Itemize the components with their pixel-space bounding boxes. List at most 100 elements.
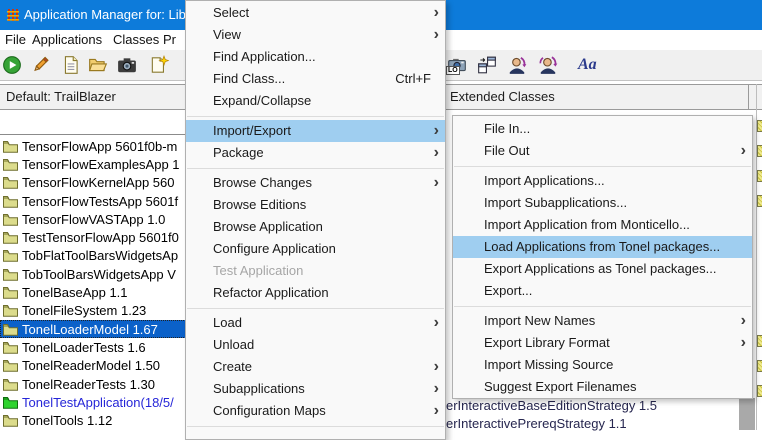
list-item-tensorflowtestsapp-5601f[interactable]: TensorFlowTestsApp 5601f (0, 192, 186, 210)
menu-item-import-subapplications[interactable]: Import Subapplications... (453, 192, 752, 214)
submenu-arrow-icon: › (434, 2, 439, 23)
menu-separator (186, 304, 445, 312)
folder-icon (3, 268, 18, 281)
import-export-submenu: File In...File Out› Import Applications..… (452, 115, 753, 399)
menu-item-file-in[interactable]: File In... (453, 118, 752, 140)
list-item-tonelbaseapp-1-1[interactable]: TonelBaseApp 1.1 (0, 283, 186, 301)
menu-item-find-class[interactable]: Find Class...Ctrl+F (186, 68, 445, 90)
submenu-arrow-icon: › (434, 400, 439, 421)
font-case-icon[interactable]: Aa (578, 55, 604, 75)
submenu-arrow-icon: › (434, 120, 439, 141)
extended-class-row[interactable]: erInteractiveBaseEditionStrategy 1.5 (446, 397, 738, 415)
pane-divider (756, 84, 757, 430)
list-item-label: TonelFileSystem 1.23 (22, 303, 146, 318)
folder-icon (3, 341, 18, 354)
folder-icon (3, 378, 18, 391)
submenu-arrow-icon: › (741, 310, 746, 331)
submenu-arrow-icon: › (434, 312, 439, 333)
list-item-testtensorflowapp-5601f0[interactable]: TestTensorFlowApp 5601f0 (0, 228, 186, 246)
new-document-icon[interactable] (149, 55, 169, 75)
camera-icon[interactable] (117, 55, 137, 75)
list-item-tobflattoolbarswidgetsap[interactable]: TobFlatToolBarsWidgetsAp (0, 247, 186, 265)
user-refresh-alt-icon[interactable] (538, 55, 558, 75)
menu-item-view[interactable]: View› (186, 24, 445, 46)
menu-item-unload[interactable]: Unload (186, 334, 445, 356)
menu-item-import-applications[interactable]: Import Applications... (453, 170, 752, 192)
menu-item-browse-application[interactable]: Browse Application (186, 216, 445, 238)
vertical-scrollbar[interactable] (739, 398, 755, 430)
extended-class-row[interactable]: erInteractivePrereqStrategy 1.1 (446, 415, 738, 433)
list-item-tonelloadertests-1-6[interactable]: TonelLoaderTests 1.6 (0, 338, 186, 356)
applications-context-menu: Select›View›Find Application...Find Clas… (185, 0, 446, 440)
class-icon[interactable] (757, 120, 762, 132)
list-item-tonelfilesystem-1-23[interactable]: TonelFileSystem 1.23 (0, 302, 186, 320)
menu-item-browse-editions[interactable]: Browse Editions (186, 194, 445, 216)
list-item-label: TonelLoaderTests 1.6 (22, 340, 146, 355)
folder-icon (3, 176, 18, 189)
load-image-icon[interactable]: LO (447, 55, 467, 75)
application-list: TensorFlowApp 5601f0b-m TensorFlowExampl… (0, 137, 186, 430)
list-item-tensorflowkernelapp-560[interactable]: TensorFlowKernelApp 560 (0, 174, 186, 192)
menu-item-import-application-from-monticello[interactable]: Import Application from Monticello... (453, 214, 752, 236)
lo-badge: LO (446, 66, 460, 75)
menu-item-configuration-maps[interactable]: Configuration Maps› (186, 400, 445, 422)
menu-item-suggest-export-filenames[interactable]: Suggest Export Filenames (453, 376, 752, 398)
class-icon[interactable] (757, 360, 762, 372)
run-icon[interactable] (2, 55, 22, 75)
menu-item-select[interactable]: Select› (186, 2, 445, 24)
menu-item-subapplications[interactable]: Subapplications› (186, 378, 445, 400)
user-refresh-icon[interactable] (507, 55, 527, 75)
app-grid-icon (6, 8, 20, 22)
class-icon[interactable] (757, 145, 762, 157)
list-item-label: TobToolBarsWidgetsApp V (22, 267, 176, 282)
list-item-toneltools-1-12[interactable]: TonelTools 1.12 (0, 411, 186, 429)
menubar-item-pr[interactable]: Pr (163, 30, 176, 50)
list-top-border (0, 134, 188, 135)
open-folder-icon[interactable] (88, 55, 108, 75)
menu-item-load-applications-from-tonel-packages[interactable]: Load Applications from Tonel packages... (453, 236, 752, 258)
list-item-tonelloadermodel-1-67[interactable]: TonelLoaderModel 1.67 (0, 320, 186, 338)
submenu-arrow-icon: › (434, 172, 439, 193)
menu-item-export-library-format[interactable]: Export Library Format› (453, 332, 752, 354)
menubar-item-classes[interactable]: Classes (113, 30, 159, 50)
menu-item-load[interactable]: Load› (186, 312, 445, 334)
split-window-icon[interactable] (477, 55, 497, 75)
menu-item-expand-collapse[interactable]: Expand/Collapse (186, 90, 445, 112)
menu-item-import-missing-source[interactable]: Import Missing Source (453, 354, 752, 376)
menu-item-find-application[interactable]: Find Application... (186, 46, 445, 68)
edit-pencil-icon[interactable] (30, 55, 50, 75)
menu-separator (186, 164, 445, 172)
menu-item-export[interactable]: Export... (453, 280, 752, 302)
list-item-label: TonelTools 1.12 (22, 413, 112, 428)
menu-item-package[interactable]: Package› (186, 142, 445, 164)
class-icon[interactable] (757, 195, 762, 207)
list-item-label: TonelTestApplication(18/5/ (22, 395, 174, 410)
list-item-tonelreadertests-1-30[interactable]: TonelReaderTests 1.30 (0, 375, 186, 393)
list-item-tensorflowapp-5601f0b-m[interactable]: TensorFlowApp 5601f0b-m (0, 137, 186, 155)
class-icon[interactable] (757, 335, 762, 347)
menu-item-create[interactable]: Create› (186, 356, 445, 378)
menu-separator (453, 302, 752, 310)
folder-icon (3, 286, 18, 299)
menu-item-import-new-names[interactable]: Import New Names› (453, 310, 752, 332)
menu-item-configure-application[interactable]: Configure Application (186, 238, 445, 260)
menu-item-browse-changes[interactable]: Browse Changes› (186, 172, 445, 194)
menu-item-refactor-application[interactable]: Refactor Application (186, 282, 445, 304)
list-item-tobtoolbarswidgetsapp-v[interactable]: TobToolBarsWidgetsApp V (0, 265, 186, 283)
list-item-label: TensorFlowVASTApp 1.0 (22, 212, 165, 227)
list-item-tensorflowvastapp-1-0[interactable]: TensorFlowVASTApp 1.0 (0, 210, 186, 228)
menubar-item-file[interactable]: File (5, 30, 26, 50)
list-item-label: TensorFlowExamplesApp 1 (22, 157, 180, 172)
class-icon[interactable] (757, 170, 762, 182)
document-icon[interactable] (61, 55, 81, 75)
menu-item-import-export[interactable]: Import/Export› (186, 120, 445, 142)
menu-item-file-out[interactable]: File Out› (453, 140, 752, 162)
menu-shortcut: Ctrl+F (395, 68, 431, 90)
folder-icon (3, 213, 18, 226)
menubar-item-applications[interactable]: Applications (32, 30, 102, 50)
class-icon[interactable] (757, 385, 762, 397)
list-item-tonelreadermodel-1-50[interactable]: TonelReaderModel 1.50 (0, 357, 186, 375)
menu-item-export-applications-as-tonel-packages[interactable]: Export Applications as Tonel packages... (453, 258, 752, 280)
list-item-toneltestapplication-18-5[interactable]: TonelTestApplication(18/5/ (0, 393, 186, 411)
list-item-tensorflowexamplesapp-1[interactable]: TensorFlowExamplesApp 1 (0, 155, 186, 173)
